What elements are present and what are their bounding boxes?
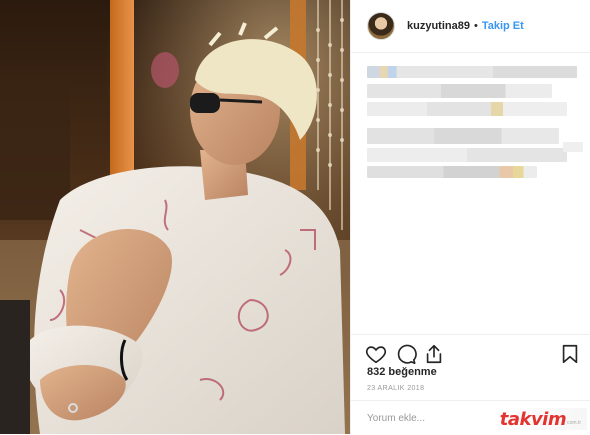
post-date: 23 ARALIK 2018: [367, 385, 425, 392]
blurred-caption-line: [367, 166, 537, 178]
post-actions: [351, 334, 590, 369]
share-icon[interactable]: [423, 343, 445, 365]
comment-box: takvim com.tr: [351, 400, 590, 435]
post-header: kuzyutina89 • Takip Et: [351, 0, 590, 53]
post-photo-image: [0, 0, 350, 434]
watermark-logo: takvim com.tr: [493, 408, 587, 430]
follow-button[interactable]: Takip Et: [482, 20, 524, 32]
blurred-caption-line: [367, 84, 552, 98]
post-side-panel: kuzyutina89 • Takip Et 832 beğenme 23 AR…: [350, 0, 590, 434]
blurred-caption-line: [563, 142, 583, 152]
heart-icon[interactable]: [365, 343, 387, 365]
watermark-text: takvim: [499, 408, 567, 430]
blurred-caption-line: [367, 148, 567, 162]
instagram-post: kuzyutina89 • Takip Et 832 beğenme 23 AR…: [0, 0, 590, 434]
likes-count[interactable]: 832 beğenme: [367, 366, 437, 378]
post-photo[interactable]: [0, 0, 350, 434]
watermark-domain: com.tr: [567, 420, 581, 426]
avatar[interactable]: [367, 12, 395, 40]
comment-icon[interactable]: [395, 343, 417, 365]
caption-blurred: [367, 62, 589, 192]
blurred-caption-line: [367, 102, 567, 116]
blurred-caption-line: [367, 66, 577, 78]
bookmark-icon[interactable]: [559, 343, 581, 365]
header-separator: •: [473, 20, 478, 32]
blurred-caption-line: [367, 128, 559, 144]
username-link[interactable]: kuzyutina89: [407, 20, 470, 32]
